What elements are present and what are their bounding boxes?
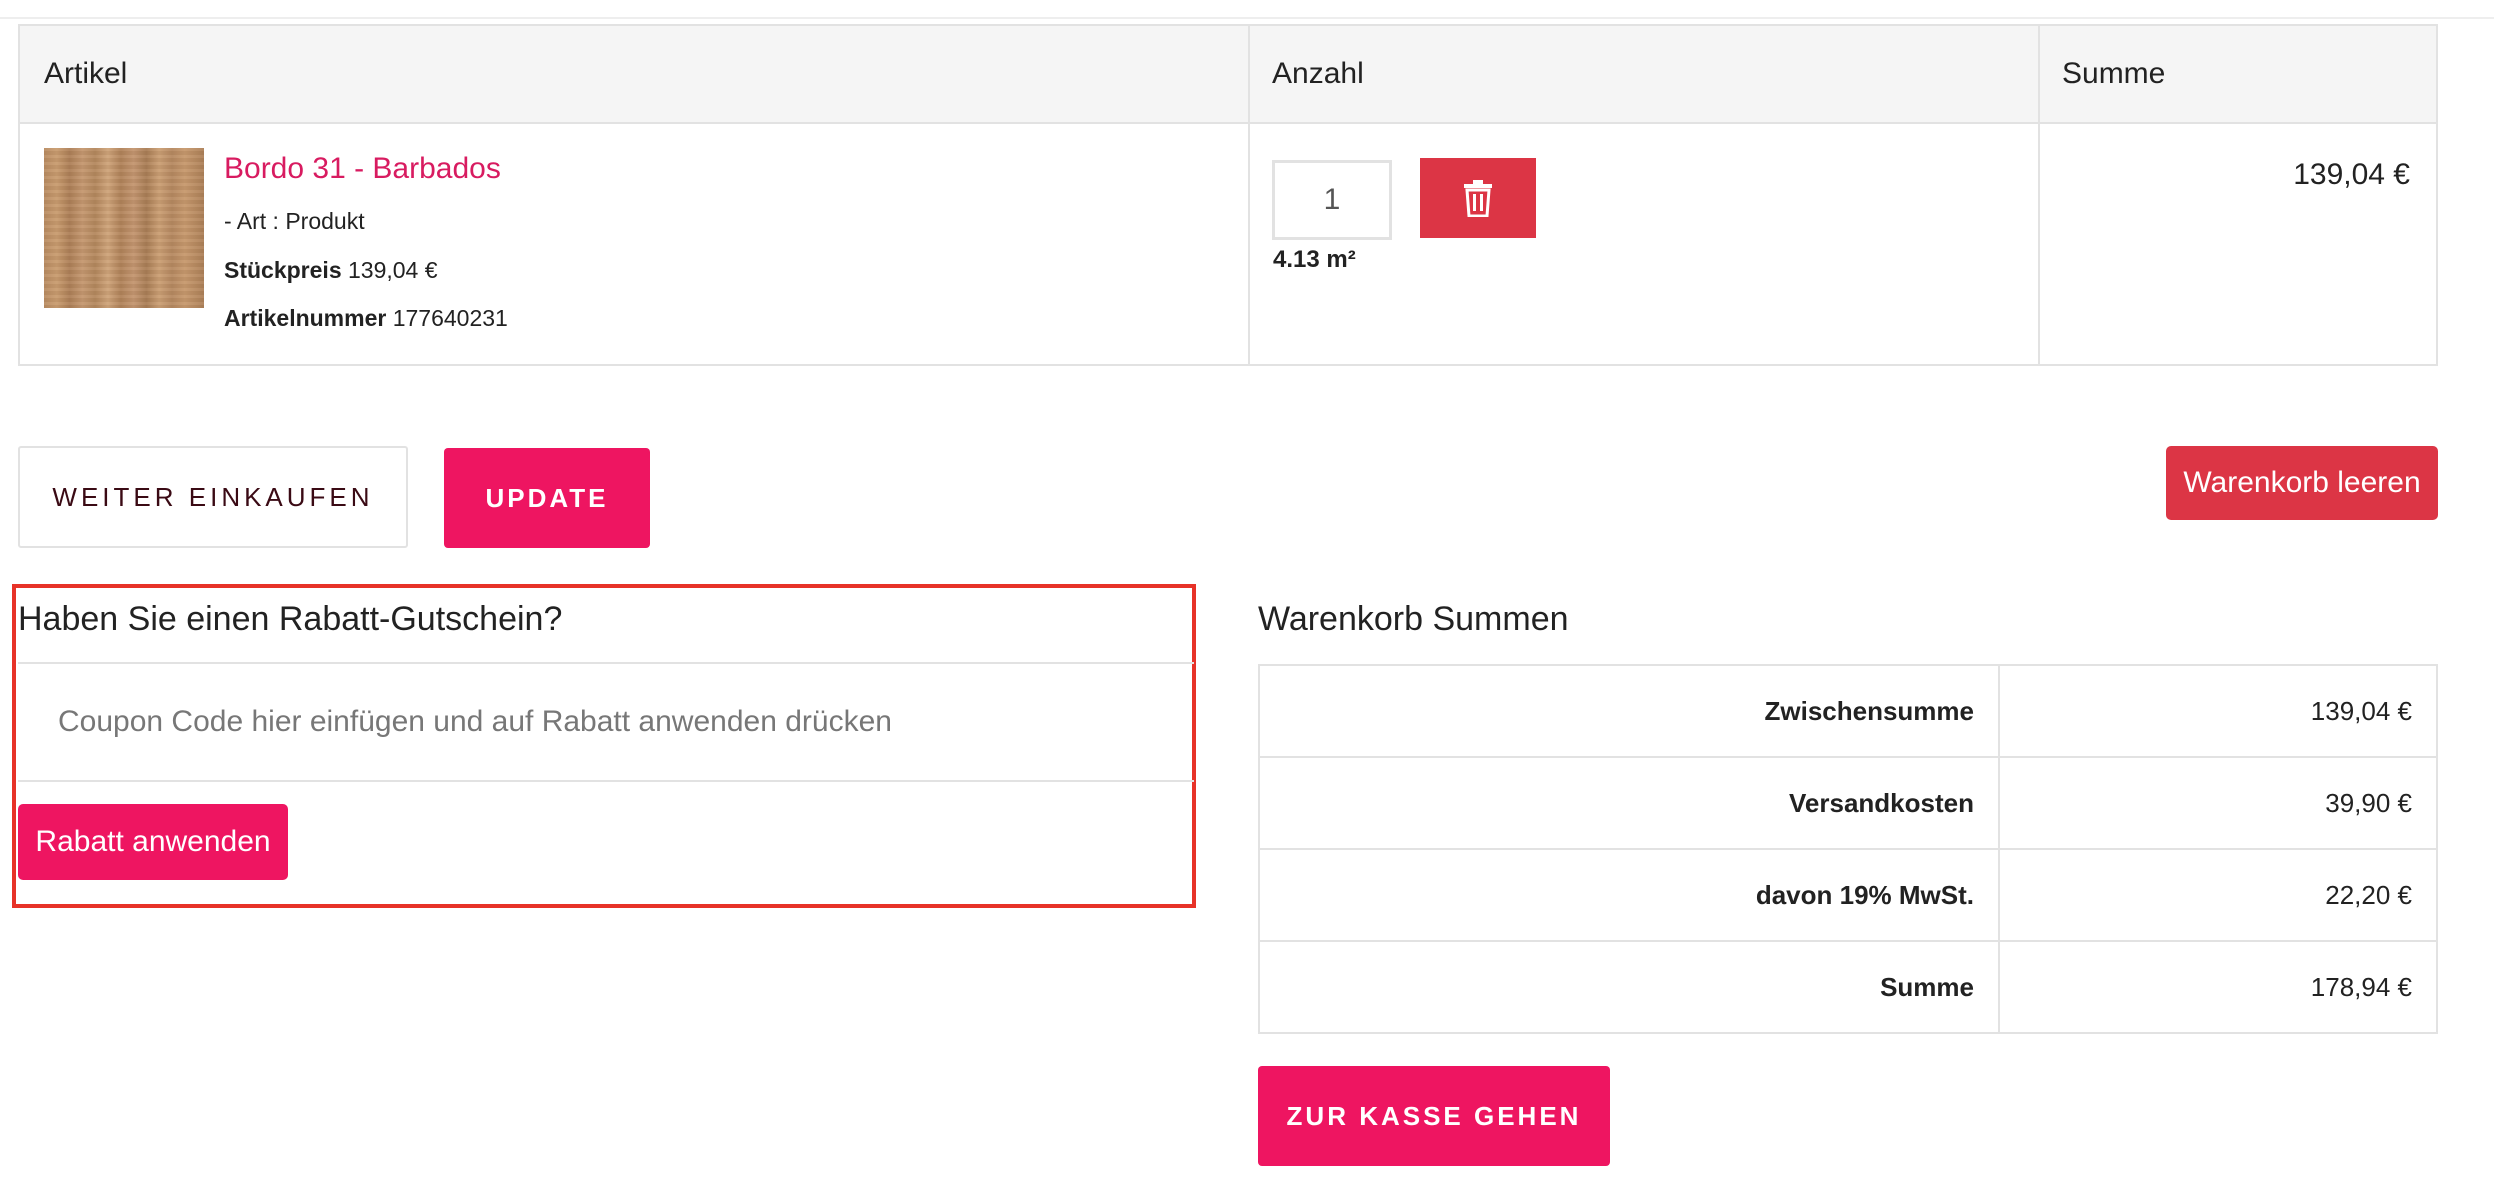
cart-table-header: Artikel Anzahl Summe	[20, 26, 2436, 124]
totals-value: 22,20 €	[2325, 880, 2412, 910]
totals-table: Zwischensumme 139,04 € Versandkosten 39,…	[1258, 664, 2438, 1034]
checkout-button[interactable]: ZUR KASSE GEHEN	[1258, 1066, 1610, 1166]
totals-label: Zwischensumme	[1260, 666, 2000, 756]
clear-cart-button[interactable]: Warenkorb leeren	[2166, 446, 2438, 520]
column-divider	[1248, 26, 1250, 364]
product-sku: Artikelnummer 177640231	[224, 305, 508, 332]
update-cart-button[interactable]: UPDATE	[444, 448, 650, 548]
totals-label: davon 19% MwSt.	[1260, 850, 2000, 940]
product-name-link[interactable]: Bordo 31 - Barbados	[224, 152, 501, 186]
totals-row-total: Summe 178,94 €	[1260, 942, 2436, 1034]
sku-value: 177640231	[392, 305, 508, 331]
totals-row-subtotal: Zwischensumme 139,04 €	[1260, 666, 2436, 758]
apply-coupon-button[interactable]: Rabatt anwenden	[18, 804, 288, 880]
totals-value: 39,90 €	[2325, 788, 2412, 818]
product-type: - Art : Produkt	[224, 208, 365, 234]
coupon-input-wrapper	[18, 662, 1194, 782]
product-image[interactable]	[44, 148, 204, 308]
totals-title: Warenkorb Summen	[1258, 600, 1569, 638]
header-sum: Summe	[2062, 57, 2166, 90]
unit-price-value: 139,04 €	[348, 257, 438, 283]
item-sum: 139,04 €	[2293, 158, 2410, 191]
quantity-area: 4.13 m²	[1273, 246, 1356, 273]
header-quantity: Anzahl	[1272, 57, 1364, 90]
coupon-code-input[interactable]	[18, 664, 1194, 780]
totals-label: Versandkosten	[1260, 758, 2000, 848]
totals-value: 139,04 €	[2310, 696, 2412, 726]
column-divider	[2038, 26, 2040, 364]
unit-price-label: Stückpreis	[224, 257, 342, 283]
sku-label: Artikelnummer	[224, 305, 387, 331]
totals-row-shipping: Versandkosten 39,90 €	[1260, 758, 2436, 850]
quantity-input[interactable]	[1272, 160, 1392, 240]
coupon-title: Haben Sie einen Rabatt-Gutschein?	[18, 600, 563, 638]
totals-row-tax: davon 19% MwSt. 22,20 €	[1260, 850, 2436, 942]
totals-value: 178,94 €	[2310, 972, 2412, 1002]
top-divider	[0, 17, 2494, 19]
trash-icon	[1464, 180, 1492, 217]
totals-label: Summe	[1260, 942, 2000, 1032]
product-unit-price: Stückpreis 139,04 €	[224, 257, 438, 284]
remove-item-button[interactable]	[1420, 158, 1536, 238]
header-item: Artikel	[44, 57, 128, 90]
continue-shopping-button[interactable]: WEITER EINKAUFEN	[18, 446, 408, 548]
